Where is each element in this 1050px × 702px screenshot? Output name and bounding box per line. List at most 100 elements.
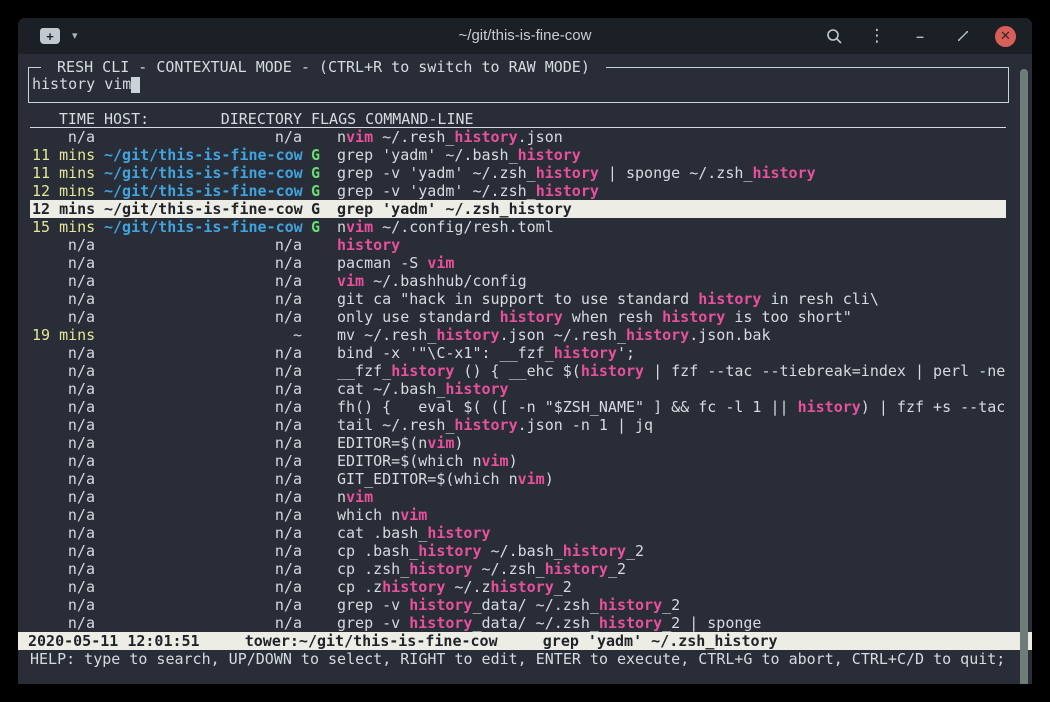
row-directory: ~/git/this-is-fine-cow — [104, 164, 302, 182]
row-time: n/a — [32, 470, 95, 488]
row-time: n/a — [32, 434, 95, 452]
command-text: _2 — [662, 596, 680, 614]
search-input[interactable]: history vim — [32, 75, 131, 93]
command-text: EDITOR=$(n — [337, 434, 427, 452]
history-row[interactable]: n/an/acp .zsh_history ~/.zsh_history_2 — [30, 560, 1006, 578]
history-row[interactable]: 15 mins~/git/this-is-fine-cowGnvim ~/.co… — [30, 218, 1006, 236]
history-row[interactable]: n/an/agit ca "hack in support to use sta… — [30, 290, 1006, 308]
history-row[interactable]: n/an/ahistory — [30, 236, 1006, 254]
row-command: EDITOR=$(which nvim) — [337, 452, 1006, 470]
row-time: n/a — [32, 488, 95, 506]
command-text: ~/.resh_ — [373, 128, 454, 146]
search-match: history — [382, 578, 445, 596]
row-flags — [311, 542, 320, 560]
command-text: git ca "hack in support to use standard — [337, 290, 698, 308]
command-text: grep -v — [337, 614, 409, 632]
history-row[interactable]: 12 mins~/git/this-is-fine-cowGgrep -v 'y… — [30, 182, 1006, 200]
search-match: history — [427, 524, 490, 542]
row-command: nvim ~/.config/resh.toml — [337, 218, 1006, 236]
search-match: history — [662, 308, 725, 326]
history-row[interactable]: 11 mins~/git/this-is-fine-cowGgrep -v 'y… — [30, 164, 1006, 182]
history-row[interactable]: n/an/aGIT_EDITOR=$(which nvim) — [30, 470, 1006, 488]
row-flags — [311, 524, 320, 542]
row-flags — [311, 596, 320, 614]
command-text: fh() { eval $( ([ -n "$ZSH_NAME" ] && fc… — [337, 398, 798, 416]
history-row[interactable]: n/an/aonly use standard history when res… — [30, 308, 1006, 326]
history-row[interactable]: n/an/afh() { eval $( ([ -n "$ZSH_NAME" ]… — [30, 398, 1006, 416]
history-row[interactable]: n/an/anvim — [30, 488, 1006, 506]
header-host: HOST: — [104, 110, 149, 127]
status-command: grep 'yadm' ~/.zsh_history — [543, 632, 778, 650]
history-row[interactable]: 11 mins~/git/this-is-fine-cowGgrep 'yadm… — [30, 146, 1006, 164]
row-time: n/a — [32, 344, 95, 362]
history-row[interactable]: n/an/acat .bash_history — [30, 524, 1006, 542]
row-directory: n/a — [104, 542, 302, 560]
command-text: GIT_EDITOR=$(which n — [337, 470, 518, 488]
search-match: vim — [400, 506, 427, 524]
history-row[interactable]: n/an/avim ~/.bashhub/config — [30, 272, 1006, 290]
search-match: history — [454, 416, 517, 434]
history-row[interactable]: n/an/awhich nvim — [30, 506, 1006, 524]
new-tab-button[interactable]: + — [40, 28, 60, 44]
row-flags — [311, 560, 320, 578]
command-text: ~/.bash_ — [482, 542, 563, 560]
row-flags — [311, 578, 320, 596]
history-row[interactable]: n/an/a__fzf_history () { __ehc $(history… — [30, 362, 1006, 380]
history-row[interactable]: n/an/apacman -S vim — [30, 254, 1006, 272]
search-icon[interactable] — [823, 25, 845, 47]
search-match: history — [418, 542, 481, 560]
row-flags — [311, 236, 320, 254]
header-flags-command: FLAGS COMMAND-LINE — [311, 110, 1006, 127]
history-row[interactable]: n/an/acat ~/.bash_history — [30, 380, 1006, 398]
row-command: mv ~/.resh_history.json ~/.resh_history.… — [337, 326, 1006, 344]
history-row[interactable]: n/an/aEDITOR=$(which nvim) — [30, 452, 1006, 470]
history-row[interactable]: 19 mins~mv ~/.resh_history.json ~/.resh_… — [30, 326, 1006, 344]
history-row[interactable]: n/an/atail ~/.resh_history.json -n 1 | j… — [30, 416, 1006, 434]
restore-icon[interactable] — [952, 25, 974, 47]
command-text: grep -v — [337, 596, 409, 614]
history-row[interactable]: n/an/aEDITOR=$(nvim) — [30, 434, 1006, 452]
search-match: history — [337, 236, 400, 254]
row-directory: ~/git/this-is-fine-cow — [104, 182, 302, 200]
row-command: grep 'yadm' ~/.zsh_history — [337, 200, 1006, 218]
scrollbar-thumb[interactable] — [1020, 69, 1028, 684]
row-flags — [311, 290, 320, 308]
row-command: cp .bash_history ~/.bash_history_2 — [337, 542, 1006, 560]
row-command: grep 'yadm' ~/.bash_history — [337, 146, 1006, 164]
search-match: history — [409, 596, 472, 614]
row-time: n/a — [32, 236, 95, 254]
minimize-icon[interactable]: – — [909, 25, 931, 47]
row-directory: n/a — [104, 452, 302, 470]
row-command: pacman -S vim — [337, 254, 1006, 272]
history-row[interactable]: n/an/anvim ~/.resh_history.json — [30, 128, 1006, 146]
row-flags — [311, 362, 320, 380]
close-icon[interactable]: ✕ — [995, 26, 1016, 47]
row-command: grep -v 'yadm' ~/.zsh_history | sponge ~… — [337, 164, 1006, 182]
command-text: in resh cli\ — [761, 290, 878, 308]
row-command: cat .bash_history — [337, 524, 1006, 542]
chevron-down-icon[interactable]: ▾ — [72, 27, 78, 45]
row-time: 11 mins — [32, 146, 95, 164]
history-rows: n/an/anvim ~/.resh_history.json11 mins~/… — [30, 128, 1006, 632]
row-directory: n/a — [104, 614, 302, 632]
command-text: __fzf_ — [337, 362, 391, 380]
history-row[interactable]: 12 mins~/git/this-is-fine-cowGgrep 'yadm… — [30, 200, 1006, 218]
row-flags — [311, 416, 320, 434]
history-row[interactable]: n/an/agrep -v history_data/ ~/.zsh_histo… — [30, 596, 1006, 614]
search-match: history — [545, 560, 608, 578]
history-row[interactable]: n/an/agrep -v history_data/ ~/.zsh_histo… — [30, 614, 1006, 632]
row-time: n/a — [32, 308, 95, 326]
row-command: vim ~/.bashhub/config — [337, 272, 1006, 290]
row-time: n/a — [32, 416, 95, 434]
history-row[interactable]: n/an/acp .zhistory ~/.zhistory_2 — [30, 578, 1006, 596]
row-directory: n/a — [104, 380, 302, 398]
menu-kebab-icon[interactable]: ⋮ — [866, 25, 888, 47]
command-text: bind -x '"\C-x1": __fzf_ — [337, 344, 554, 362]
command-text: _data/ ~/.zsh_ — [472, 614, 598, 632]
search-match: history — [409, 560, 472, 578]
row-time: n/a — [32, 560, 95, 578]
row-directory: n/a — [104, 560, 302, 578]
history-row[interactable]: n/an/abind -x '"\C-x1": __fzf_history'; — [30, 344, 1006, 362]
row-time: n/a — [32, 398, 95, 416]
history-row[interactable]: n/an/acp .bash_history ~/.bash_history_2 — [30, 542, 1006, 560]
